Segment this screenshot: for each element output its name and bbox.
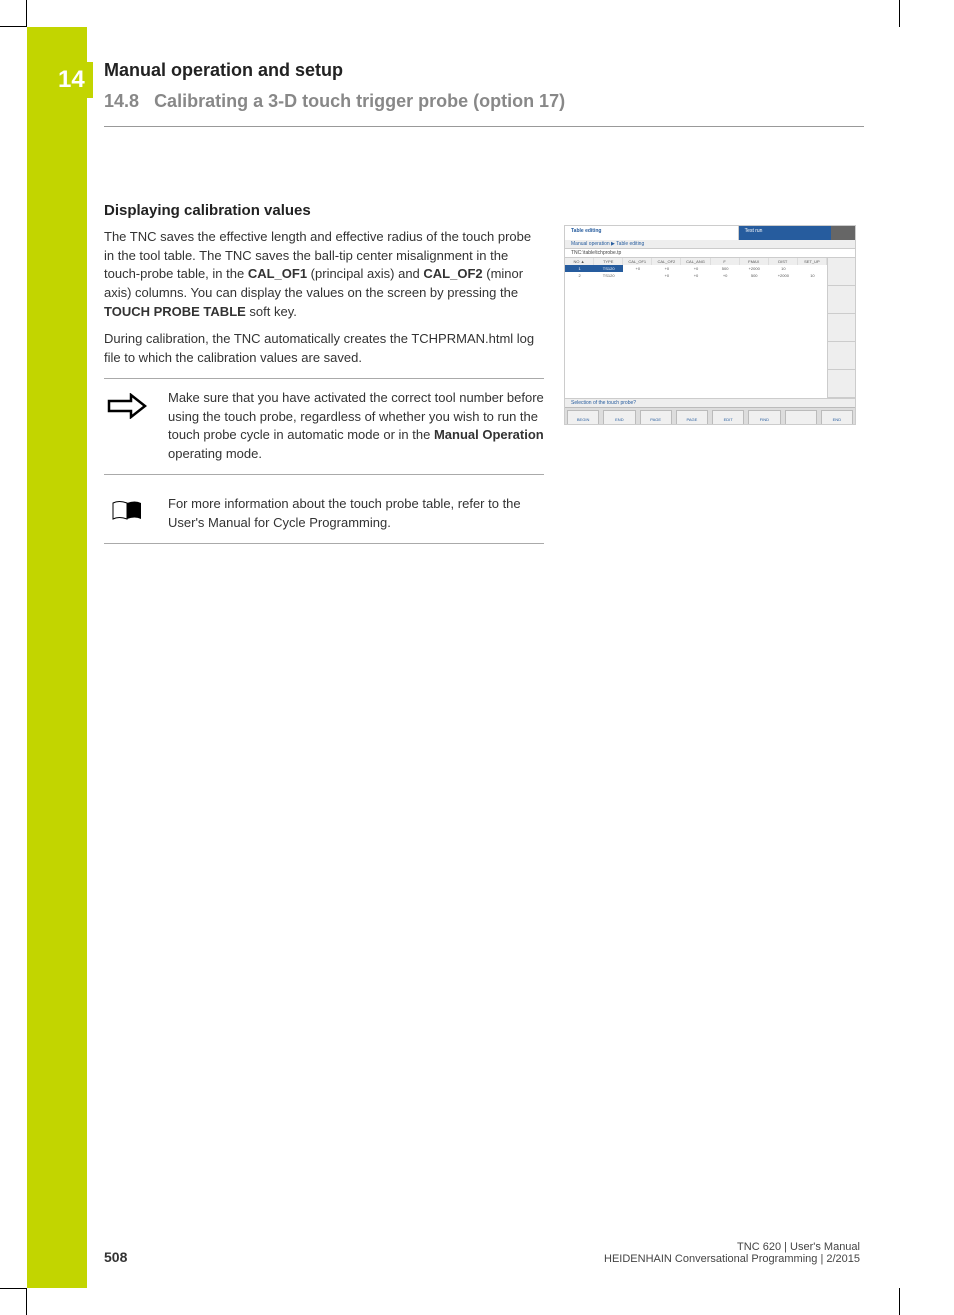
cell: 500 [711,265,740,272]
text: soft key. [246,304,297,319]
softkey: PAGE [676,410,708,425]
cell [798,265,827,272]
paragraph: During calibration, the TNC automaticall… [104,330,544,368]
cell [623,272,652,279]
crop-mark [0,0,27,27]
softkey: BEGIN [567,410,599,425]
cell: 10 [798,272,827,279]
col: NO ▲ [565,258,594,265]
side-panel [827,258,855,398]
note-text: For more information about the touch pro… [168,495,544,533]
footer-line-2: HEIDENHAIN Conversational Programming | … [604,1253,860,1265]
text-bold: CAL_OF2 [423,266,482,281]
file-path: TNC:\table\tchprobe.tp [565,249,855,258]
window-title: Table editing [565,226,739,240]
col: F [711,258,740,265]
cell: +0 [681,265,710,272]
col: CAL_OF2 [652,258,681,265]
col: DIST [769,258,798,265]
text-bold: TOUCH PROBE TABLE [104,304,246,319]
footer: TNC 620 | User's Manual HEIDENHAIN Conve… [604,1241,860,1265]
table-row: 2TS120+0+0+0500+200010 [565,272,827,279]
softkey: PAGE [640,410,672,425]
side-bar [27,27,87,1288]
cell: +2000 [740,265,769,272]
screenshot-thumbnail: Table editing Test run Manual operation … [564,225,856,425]
footer-line-1: TNC 620 | User's Manual [604,1241,860,1253]
softkey: EDIT [712,410,744,425]
cell: +0 [711,272,740,279]
section-title: 14.8 Calibrating a 3-D touch trigger pro… [104,91,864,112]
softkey-row: BEGIN END PAGE PAGE EDIT FIND END [565,407,855,425]
breadcrumb: Manual operation ▶ Table editing [565,240,855,249]
chapter-number: 14 [50,62,93,98]
softkey [785,410,817,425]
status-line: Selection of the touch probe? [565,398,855,407]
note-box: Make sure that you have activated the co… [104,378,544,475]
page-header: Manual operation and setup 14.8 Calibrat… [104,60,864,127]
cell: TS120 [594,265,623,272]
table: NO ▲TYPECAL_OF1CAL_OF2CAL_ANGFFMAXDISTSE… [565,258,827,398]
col: SET_UP [798,258,827,265]
note-box: For more information about the touch pro… [104,485,544,544]
text: operating mode. [168,446,262,461]
window-icon [831,226,855,240]
crop-mark [899,0,900,27]
cell: 1 [565,265,594,272]
softkey: FIND [748,410,780,425]
cell: +0 [623,265,652,272]
softkey: END [821,410,853,425]
crop-mark [0,1288,27,1315]
cell: +2000 [769,272,798,279]
col: FMAX [740,258,769,265]
cell: TS120 [594,272,623,279]
text: (principal axis) and [307,266,423,281]
subheading: Displaying calibration values [104,200,544,222]
section-name: Calibrating a 3-D touch trigger probe (o… [154,91,565,111]
col: CAL_ANG [681,258,710,265]
chapter-title: Manual operation and setup [104,60,864,81]
softkey: END [603,410,635,425]
arrow-right-icon [104,389,150,464]
table-row: 1TS120+0+0+0500+200010 [565,265,827,272]
table-header: NO ▲TYPECAL_OF1CAL_OF2CAL_ANGFFMAXDISTSE… [565,258,827,265]
paragraph: The TNC saves the effective length and e… [104,228,544,322]
col: TYPE [594,258,623,265]
page-number: 508 [104,1249,127,1265]
cell: +0 [652,265,681,272]
cell: 500 [740,272,769,279]
book-icon [104,495,150,533]
note-text: Make sure that you have activated the co… [168,389,544,464]
cell: +0 [652,272,681,279]
section-number: 14.8 [104,91,139,111]
cell: +0 [681,272,710,279]
cell: 2 [565,272,594,279]
cell: 10 [769,265,798,272]
text-bold: CAL_OF1 [248,266,307,281]
col: CAL_OF1 [623,258,652,265]
text-bold: Manual Operation [434,427,544,442]
body-content: Displaying calibration values The TNC sa… [104,200,544,544]
window-mode: Test run [739,226,831,240]
crop-mark [899,1288,900,1315]
